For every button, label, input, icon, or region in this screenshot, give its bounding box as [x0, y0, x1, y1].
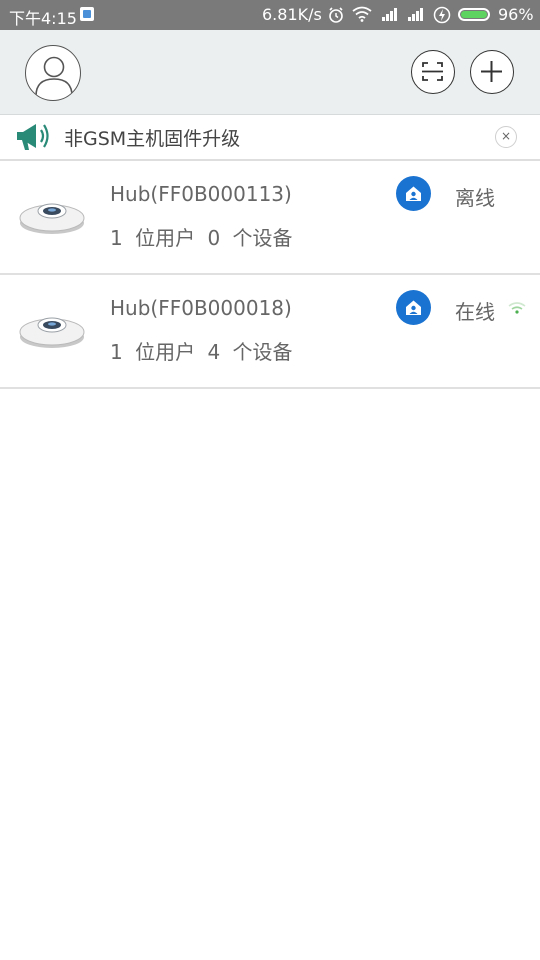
notice-text: 非GSM主机固件升级 — [64, 128, 241, 150]
online-signal-icon — [508, 302, 526, 314]
hub-device-image — [19, 317, 85, 348]
home-icon[interactable] — [396, 176, 431, 211]
scan-button[interactable] — [411, 50, 455, 94]
home-icon[interactable] — [396, 290, 431, 325]
add-device-button[interactable] — [470, 50, 514, 94]
hub-status: 在线 — [455, 300, 495, 324]
hub-list-item[interactable]: Hub(FF0B000018) 1 位用户 4 个设备 在线 — [0, 275, 540, 389]
firmware-notice-banner[interactable]: 非GSM主机固件升级 × — [0, 115, 540, 161]
scan-icon — [422, 62, 443, 81]
user-avatar-icon[interactable] — [25, 45, 81, 101]
network-speed: 6.81K/s — [262, 5, 322, 24]
close-notice-button[interactable]: × — [495, 126, 517, 148]
hub-status: 离线 — [455, 186, 495, 210]
notification-icon — [80, 7, 94, 21]
status-bar: 下午4:15 6.81K/s 96% — [0, 0, 540, 30]
status-time: 下午4:15 — [9, 9, 77, 28]
wifi-status-icon — [352, 6, 372, 22]
hub-list-item[interactable]: Hub(FF0B000113) 1 位用户 0 个设备 离线 — [0, 161, 540, 275]
plus-icon — [481, 61, 502, 82]
hub-info: 1 位用户 0 个设备 — [110, 226, 293, 250]
battery-icon — [458, 8, 490, 21]
app-header — [0, 30, 540, 115]
hub-name: Hub(FF0B000113) — [110, 182, 292, 206]
charging-icon — [433, 6, 451, 24]
alarm-icon — [329, 7, 343, 23]
hub-device-image — [19, 203, 85, 234]
hub-info: 1 位用户 4 个设备 — [110, 340, 293, 364]
battery-percent: 96% — [498, 5, 534, 24]
signal-icon — [408, 8, 423, 21]
hub-name: Hub(FF0B000018) — [110, 296, 292, 320]
megaphone-icon — [17, 124, 49, 150]
signal-icon — [382, 8, 397, 21]
